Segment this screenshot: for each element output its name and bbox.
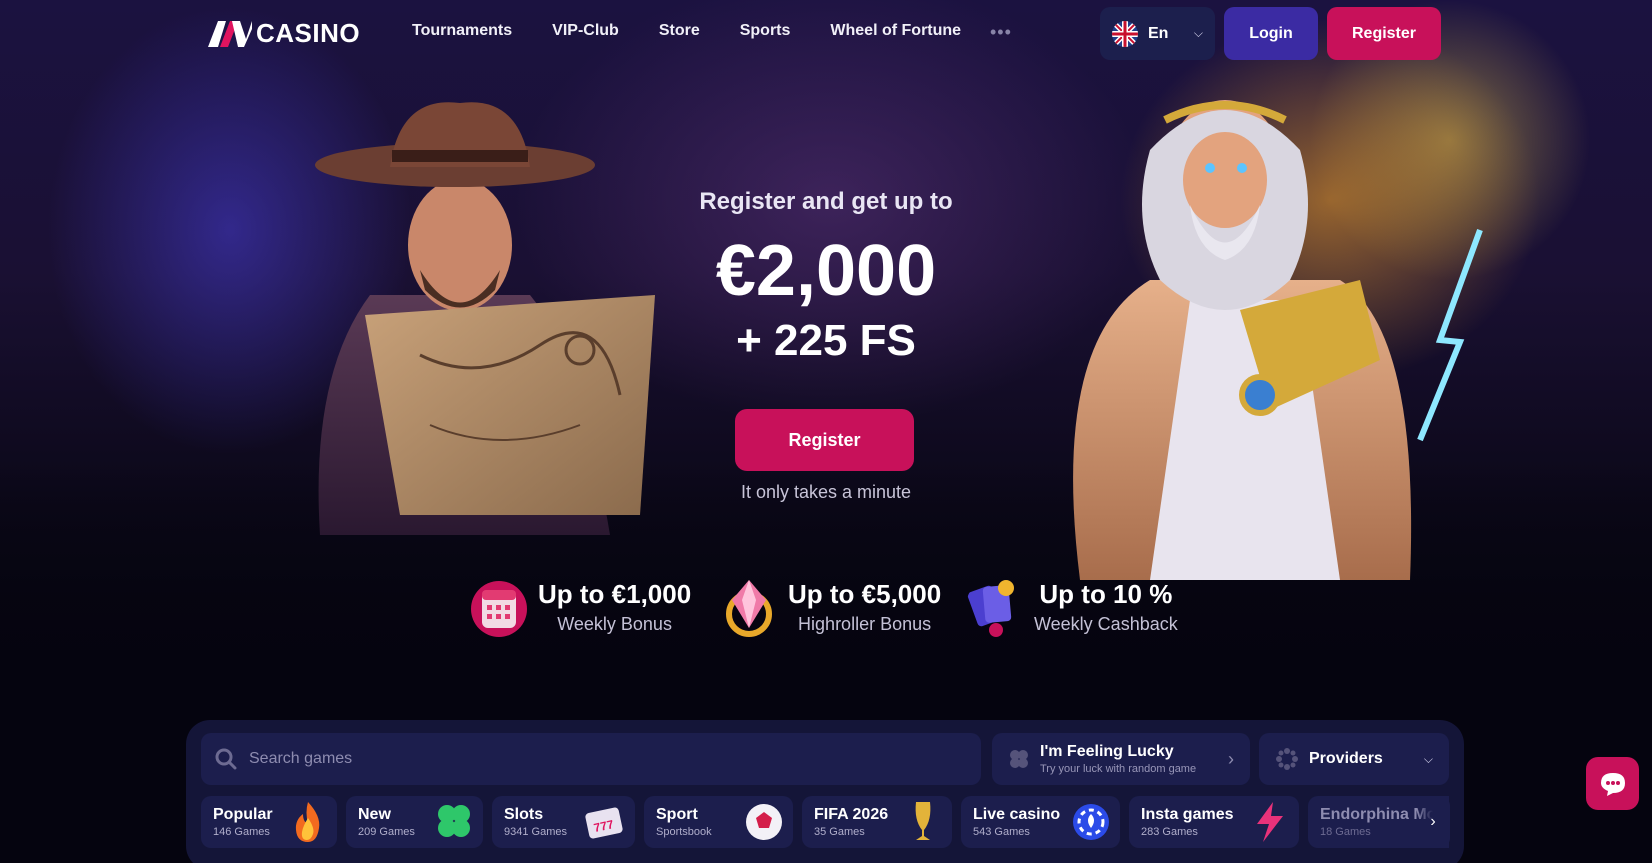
soccer-ball-icon <box>746 804 782 840</box>
search-icon <box>215 748 237 770</box>
category-sport[interactable]: Sport Sportsbook <box>644 796 793 848</box>
ellipsis-icon[interactable]: ••• <box>990 22 1012 43</box>
category-count: 283 Games <box>1141 826 1198 838</box>
bonus-weekly-title: Up to €1,000 <box>538 579 692 609</box>
bonus-cashback: Up to 10 % Weekly Cashback <box>966 576 1178 638</box>
bonus-weekly: Up to €1,000 Weekly Bonus <box>470 576 691 638</box>
slot-machine-icon: 777 <box>585 807 623 839</box>
providers-dropdown[interactable]: Providers ⌵ <box>1259 733 1449 785</box>
nav-store[interactable]: Store <box>659 22 700 40</box>
category-scroll-right-button[interactable]: › <box>1416 796 1450 848</box>
bonus-weekly-subtitle: Weekly Bonus <box>557 614 672 634</box>
feeling-lucky-title: I'm Feeling Lucky <box>1040 743 1174 760</box>
category-count: 35 Games <box>814 826 865 838</box>
diamond-icon <box>726 580 772 637</box>
clover-icon <box>438 805 470 837</box>
uk-flag-icon <box>1112 20 1138 47</box>
nav-tournaments[interactable]: Tournaments <box>412 22 512 40</box>
feeling-lucky-subtitle: Try your luck with random game <box>1040 763 1197 775</box>
fire-icon <box>295 802 320 842</box>
hero-register-button[interactable]: Register <box>735 409 914 471</box>
chevron-down-icon: ⌵ <box>1193 26 1203 40</box>
category-count: 209 Games <box>358 826 415 838</box>
category-slots[interactable]: Slots 9341 Games 777 <box>492 796 635 848</box>
register-button-header[interactable]: Register <box>1327 7 1441 60</box>
chevron-right-icon: › <box>1228 748 1234 769</box>
category-name: Sport <box>656 806 698 823</box>
category-name: Insta games <box>1141 806 1234 823</box>
hero-amount: €2,000 <box>715 231 937 311</box>
calendar-icon <box>471 581 527 637</box>
bonus-cashback-title: Up to 10 % <box>1039 579 1173 609</box>
hero-subtitle: Register and get up to <box>699 188 953 215</box>
chat-button[interactable] <box>1586 757 1639 810</box>
hero-free-spins: + 225 FS <box>736 316 916 365</box>
bonus-highroller-subtitle: Highroller Bonus <box>798 614 932 634</box>
feeling-lucky-button[interactable]: I'm Feeling Lucky Try your luck with ran… <box>992 733 1250 785</box>
category-name: Popular <box>213 806 273 823</box>
hero-note: It only takes a minute <box>740 482 912 502</box>
nav-sports[interactable]: Sports <box>740 22 791 40</box>
category-count: Sportsbook <box>656 826 712 838</box>
providers-label: Providers <box>1309 750 1383 767</box>
category-strip: Popular 146 Games New 209 Games Slots 9341 … <box>201 796 1449 848</box>
category-popular[interactable]: Popular 146 Games <box>201 796 337 848</box>
lightning-icon <box>1257 802 1283 842</box>
logo-text: CASINO <box>256 18 361 48</box>
bonus-highroller: Up to €5,000 Highroller Bonus <box>720 576 941 638</box>
category-name: Live casino <box>973 806 1061 823</box>
logo-mark-icon <box>208 20 252 47</box>
category-name: New <box>358 806 391 823</box>
search-input[interactable] <box>249 750 949 768</box>
top-header: CASINO Tournaments VIP-Club Store Sports… <box>0 0 1652 66</box>
category-count: 543 Games <box>973 826 1030 838</box>
language-label: En <box>1148 24 1169 42</box>
providers-icon <box>1276 748 1298 770</box>
category-fifa-2026[interactable]: FIFA 2026 35 Games <box>802 796 952 848</box>
category-count: 9341 Games <box>504 826 567 838</box>
casino-logo[interactable]: CASINO <box>208 18 360 49</box>
bonus-cashback-subtitle: Weekly Cashback <box>1034 614 1178 634</box>
nav-wheel-of-fortune[interactable]: Wheel of Fortune <box>830 22 961 40</box>
category-new[interactable]: New 209 Games <box>346 796 483 848</box>
category-name: Slots <box>504 806 544 823</box>
search-bar[interactable] <box>201 733 981 785</box>
clover-icon <box>1010 750 1028 768</box>
main-nav: Tournaments VIP-Club Store Sports Wheel … <box>412 22 961 40</box>
trophy-icon <box>915 802 931 840</box>
category-count: 146 Games <box>213 826 270 838</box>
nav-vip-club[interactable]: VIP-Club <box>552 22 619 40</box>
category-name: FIFA 2026 <box>814 806 889 823</box>
poker-chip-icon <box>1073 804 1109 840</box>
category-insta-games[interactable]: Insta games 283 Games <box>1129 796 1299 848</box>
chat-bubble-icon <box>1600 772 1625 796</box>
bonus-highroller-title: Up to €5,000 <box>788 579 942 609</box>
language-selector[interactable]: En ⌵ <box>1100 7 1215 60</box>
cards-icon <box>967 580 1014 637</box>
login-button[interactable]: Login <box>1224 7 1318 60</box>
chevron-down-icon: ⌵ <box>1423 751 1433 766</box>
category-live-casino[interactable]: Live casino 543 Games <box>961 796 1120 848</box>
